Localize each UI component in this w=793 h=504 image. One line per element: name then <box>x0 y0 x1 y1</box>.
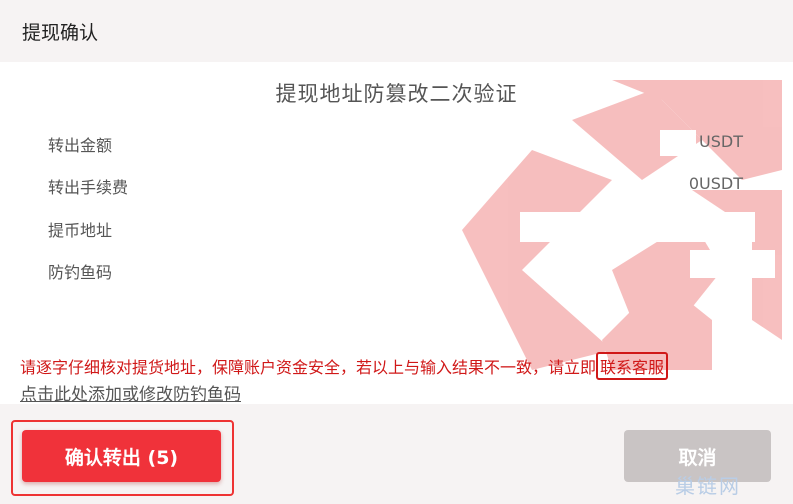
row-antiphishing: 防钓鱼码 <box>48 259 748 283</box>
confirm-transfer-button[interactable]: 确认转出 (5) <box>22 430 221 482</box>
warning-text: 请逐字仔细核对提货地址，保障账户资金安全，若以上与输入结果不一致，请立即 <box>20 358 597 377</box>
contact-support-link[interactable]: 联系客服 <box>596 352 669 380</box>
row-fee: 转出手续费 0USDT <box>48 174 748 198</box>
amount-value: USDT <box>699 132 743 151</box>
redaction-mask <box>520 212 755 242</box>
antiphishing-label: 防钓鱼码 <box>48 263 113 282</box>
redaction-mask <box>660 130 696 156</box>
row-amount: 转出金额 USDT <box>48 132 748 156</box>
verification-heading: 提现地址防篡改二次验证 <box>275 82 518 106</box>
fee-value: 0USDT <box>688 174 743 193</box>
edit-antiphishing-link[interactable]: 点击此处添加或修改防钓鱼码 <box>20 380 241 404</box>
security-warning: 请逐字仔细核对提货地址，保障账户资金安全，若以上与输入结果不一致，请立即 联系客服 <box>20 352 780 380</box>
dialog-content: 提现地址防篡改二次验证 转出金额 USDT 转出手续费 0USDT 提币地址 防… <box>0 62 793 404</box>
amount-label: 转出金额 <box>48 136 113 155</box>
address-label: 提币地址 <box>48 221 113 240</box>
dialog-titlebar: 提现确认 <box>0 0 793 62</box>
dialog-title: 提现确认 <box>22 21 99 44</box>
withdraw-confirm-dialog: 提现确认 提现地址防篡改二次验证 转出金额 USDT 转出手续费 0USDT 提… <box>0 0 793 504</box>
brand-watermark: 巢链网 <box>675 474 741 498</box>
redaction-mask <box>690 250 775 278</box>
fee-label: 转出手续费 <box>48 178 129 197</box>
